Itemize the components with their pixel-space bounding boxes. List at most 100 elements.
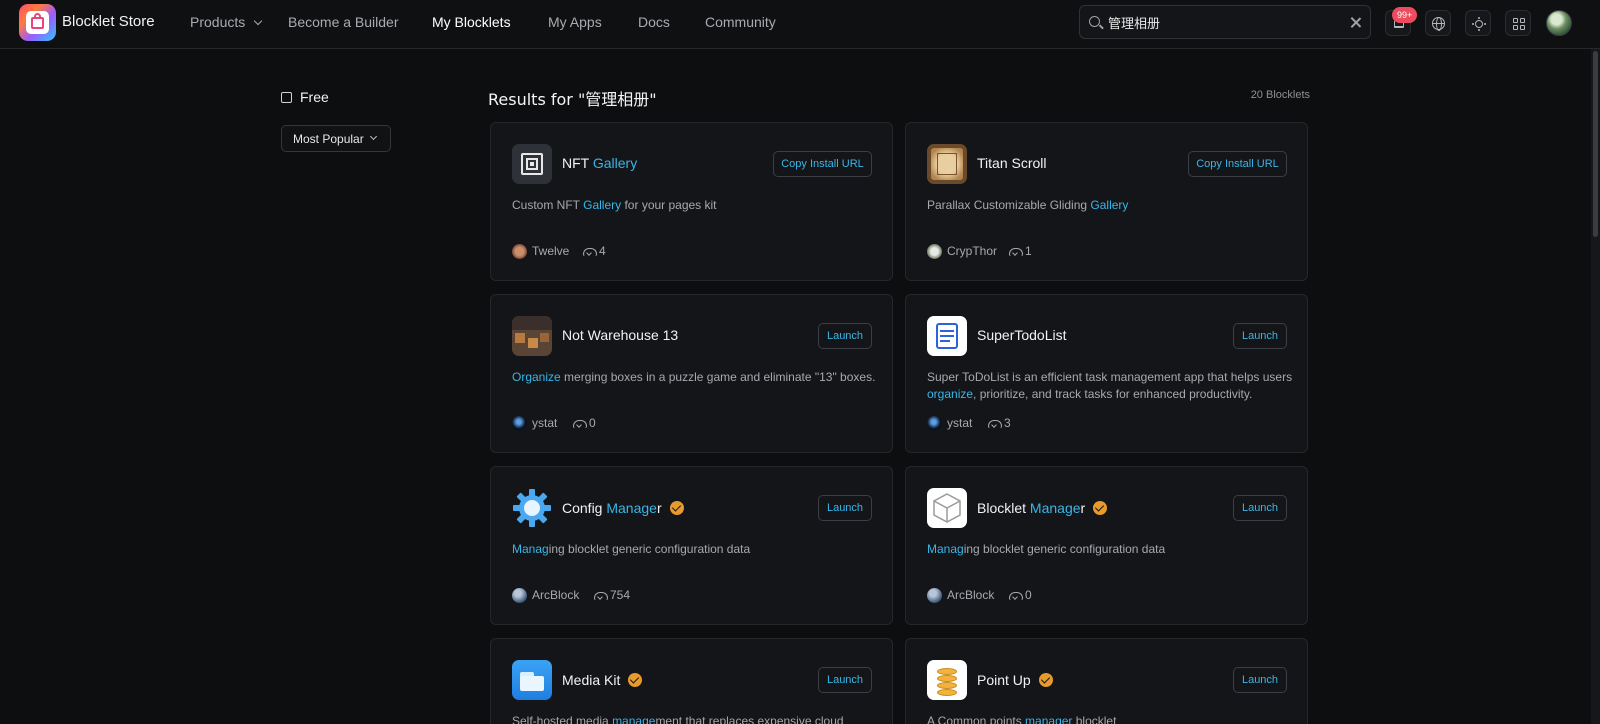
blocklet-name[interactable]: Not Warehouse 13 (562, 327, 678, 343)
blocklet-name[interactable]: Point Up (977, 671, 1053, 688)
nav-products-label: Products (190, 14, 246, 30)
desc-text: Custom NFT (512, 198, 584, 212)
todo-list-icon (927, 316, 967, 356)
nav-community[interactable]: Community (705, 14, 776, 30)
search-input[interactable] (1108, 12, 1338, 32)
blocklet-name[interactable]: SuperTodoList (977, 327, 1067, 343)
download-count: 754 (610, 588, 631, 602)
scrollbar-thumb[interactable] (1593, 51, 1598, 237)
download-count: 3 (1004, 416, 1011, 430)
author-name[interactable]: ystat (532, 416, 557, 430)
verified-badge-icon (1093, 501, 1108, 515)
verified-badge-icon (669, 501, 684, 515)
launch-button[interactable]: Launch (1233, 323, 1287, 349)
desc-text-end: for your pages kit (621, 198, 717, 212)
copy-install-url-button[interactable]: Copy Install URL (773, 151, 872, 177)
desc-text-end: ing blocklet generic configuration data (548, 542, 751, 556)
nav-become-builder[interactable]: Become a Builder (288, 14, 399, 30)
nav-docs[interactable]: Docs (638, 14, 670, 30)
top-bar: Blocklet Store Products Become a Builder… (0, 0, 1600, 49)
author-avatar[interactable] (927, 588, 942, 603)
name-text-end: r (656, 500, 662, 516)
desc-text-end: ing blocklet generic configuration data (963, 542, 1166, 556)
download-count: 1 (1025, 244, 1032, 258)
blocklet-card[interactable]: SuperTodoList Launch Super ToDoList is a… (905, 294, 1308, 453)
author-name[interactable]: Twelve (532, 244, 569, 258)
download-icon (988, 418, 1002, 429)
name-text: Media Kit (562, 672, 621, 688)
name-highlight: Manage (606, 500, 657, 516)
nav-my-blocklets[interactable]: My Blocklets (432, 14, 511, 30)
download-icon (583, 246, 597, 257)
gear-icon (512, 488, 552, 528)
author-avatar[interactable] (512, 588, 527, 603)
author-name[interactable]: ystat (947, 416, 972, 430)
launch-button[interactable]: Launch (818, 323, 872, 349)
blocklet-card[interactable]: Blocklet Manager Launch Managing blockle… (905, 466, 1308, 625)
author-avatar[interactable] (512, 416, 527, 431)
desc-text-end: ment that replaces expensive cloud (655, 714, 844, 724)
name-text: Point Up (977, 672, 1031, 688)
blocklet-card[interactable]: Point Up Launch A Common points manager … (905, 638, 1308, 724)
nav-my-apps[interactable]: My Apps (548, 14, 602, 30)
download-icon (594, 590, 608, 601)
author-name[interactable]: ArcBlock (532, 588, 579, 602)
launch-button[interactable]: Launch (1233, 495, 1287, 521)
author-avatar[interactable] (512, 244, 527, 259)
name-text: NFT (562, 155, 593, 171)
desc-text: A Common points (927, 714, 1026, 724)
launch-button[interactable]: Launch (818, 667, 872, 693)
blocklet-name[interactable]: Blocklet Manager (977, 499, 1108, 516)
author-avatar[interactable] (927, 244, 942, 259)
desc-highlight: Gallery (1090, 198, 1129, 212)
free-filter-label[interactable]: Free (300, 89, 329, 105)
theme-toggle-button[interactable] (1465, 10, 1491, 36)
globe-icon (1432, 17, 1445, 31)
user-avatar[interactable] (1546, 10, 1572, 36)
verified-badge-icon (1038, 673, 1053, 687)
name-highlight: Manage (1029, 500, 1081, 516)
blocklet-card[interactable]: Not Warehouse 13 Launch Organize merging… (490, 294, 893, 453)
name-text: Not Warehouse 13 (562, 327, 679, 343)
name-text: SuperTodoList (977, 327, 1067, 343)
blocklet-card[interactable]: Config Manager Launch Managing blocklet … (490, 466, 893, 625)
desc-text-end: blocklet (1072, 714, 1117, 724)
blocklet-name[interactable]: Config Manager (562, 499, 684, 516)
author-name[interactable]: CrypThor (947, 244, 997, 258)
clear-search-icon[interactable] (1349, 16, 1362, 29)
grid-icon (1513, 18, 1525, 30)
copy-install-url-button[interactable]: Copy Install URL (1188, 151, 1287, 177)
blocklet-description: A Common points manager blocklet (927, 713, 1297, 724)
blocklet-store-logo[interactable] (19, 4, 56, 41)
blocklet-card[interactable]: Media Kit Launch Self-hosted media manag… (490, 638, 893, 724)
page-scrollbar[interactable] (1591, 49, 1600, 724)
blocklet-name[interactable]: NFT Gallery (562, 155, 637, 171)
blocklet-description: Organize merging boxes in a puzzle game … (512, 369, 882, 386)
results-count: 20 Blocklets (1250, 89, 1310, 101)
name-text: Titan Scroll (977, 155, 1047, 171)
chevron-down-icon (369, 132, 378, 141)
search-box[interactable] (1079, 5, 1371, 39)
blocklet-name[interactable]: Media Kit (562, 671, 643, 688)
desc-highlight: manager (1025, 714, 1073, 724)
blocklet-card[interactable]: NFT Gallery Copy Install URL Custom NFT … (490, 122, 893, 281)
language-button[interactable] (1425, 10, 1451, 36)
blocklet-name[interactable]: Titan Scroll (977, 155, 1047, 171)
sort-select[interactable]: Most Popular (281, 125, 391, 152)
scroll-icon (927, 144, 967, 184)
blocklet-card[interactable]: Titan Scroll Copy Install URL Parallax C… (905, 122, 1308, 281)
results-title: Results for "管理相册" (488, 90, 657, 109)
free-checkbox[interactable] (281, 92, 292, 103)
author-name[interactable]: ArcBlock (947, 588, 994, 602)
author-avatar[interactable] (927, 416, 942, 431)
apps-button[interactable] (1505, 10, 1531, 36)
brand-name[interactable]: Blocklet Store (62, 13, 155, 30)
download-icon (573, 418, 587, 429)
download-icon (1009, 246, 1023, 257)
nav-products[interactable]: Products (190, 14, 263, 30)
launch-button[interactable]: Launch (818, 495, 872, 521)
chevron-down-icon (254, 16, 263, 26)
launch-button[interactable]: Launch (1233, 667, 1287, 693)
desc-highlight: Organize (512, 370, 561, 384)
folder-icon (512, 660, 552, 700)
